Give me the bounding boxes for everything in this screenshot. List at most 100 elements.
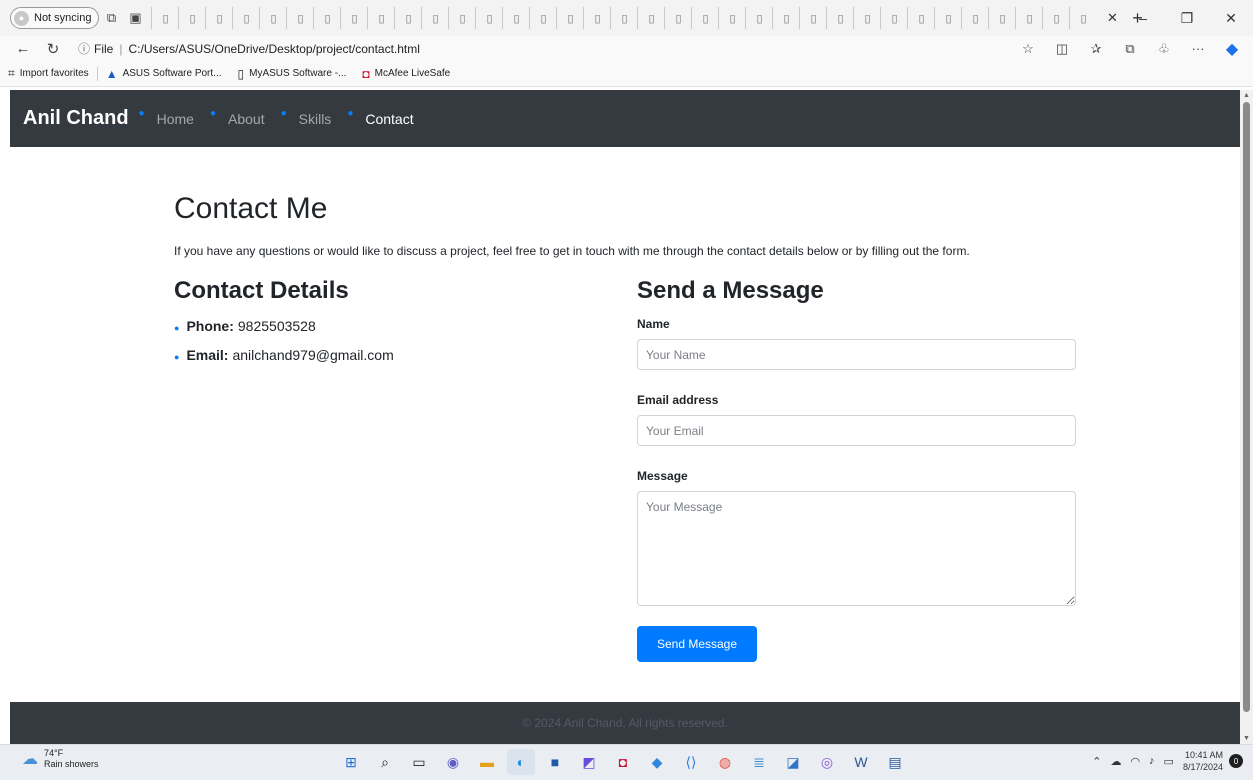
cloud-icon[interactable]: ☁	[1110, 755, 1121, 768]
browser-tab[interactable]: ▯	[637, 7, 664, 29]
extensions-icon[interactable]: ♧	[1147, 41, 1181, 57]
battery-icon[interactable]: ▭	[1164, 755, 1174, 768]
browser-tab[interactable]: ▯	[475, 7, 502, 29]
browser-tab[interactable]: ▯	[988, 7, 1015, 29]
browser-tab[interactable]: ▯	[448, 7, 475, 29]
browser-tab[interactable]: ▯	[826, 7, 853, 29]
url-field[interactable]: ⓘ File | C:/Users/ASUS/OneDrive/Desktop/…	[78, 40, 420, 57]
browser-tab[interactable]: ▯	[799, 7, 826, 29]
task-view-icon[interactable]: ▭	[405, 749, 433, 775]
favorite-mcafee[interactable]: ◘ McAfee LiveSafe	[354, 65, 458, 83]
photos-icon[interactable]: ◩	[575, 749, 603, 775]
browser-tab[interactable]: ▯	[178, 7, 205, 29]
browser-tab[interactable]: ▯	[1015, 7, 1042, 29]
restore-icon[interactable]: ❐	[1165, 10, 1209, 27]
favorite-asus[interactable]: ▲ ASUS Software Port...	[98, 65, 230, 83]
start-icon[interactable]: ⊞	[337, 749, 365, 775]
vscode-icon[interactable]: ⟨⟩	[677, 749, 705, 775]
favorite-star-icon[interactable]: ☆	[1011, 41, 1045, 57]
browser-tab[interactable]: ▯	[853, 7, 880, 29]
weather-widget[interactable]: ☁ 74°F Rain showers	[22, 748, 99, 770]
clock[interactable]: 10:41 AM 8/17/2024	[1183, 749, 1223, 773]
tab-actions-icon[interactable]: ▣	[123, 6, 147, 30]
nav-skills[interactable]: ● Skills	[281, 108, 332, 127]
nav-home[interactable]: ● Home	[139, 108, 194, 127]
notification-badge[interactable]: 0	[1229, 754, 1243, 768]
wifi-icon[interactable]: ◠	[1130, 755, 1140, 768]
page-icon: ▯	[1053, 12, 1060, 25]
collections-icon[interactable]: ⧉	[1113, 41, 1147, 57]
notepad-icon[interactable]: ≣	[745, 749, 773, 775]
browser-tab[interactable]: ▯	[907, 7, 934, 29]
store-icon[interactable]: ■	[541, 749, 569, 775]
browser-tab[interactable]: ▯	[772, 7, 799, 29]
browser-tab[interactable]: ▯	[313, 7, 340, 29]
name-input[interactable]	[637, 339, 1076, 370]
browser-tab[interactable]: ▯	[664, 7, 691, 29]
browser-tab[interactable]: ▯	[259, 7, 286, 29]
browser-tab[interactable]: ▯	[934, 7, 961, 29]
profile-button[interactable]: ● Not syncing	[10, 7, 100, 29]
browser-tab[interactable]: ▯	[1042, 7, 1069, 29]
edge-icon[interactable]: ◐	[507, 749, 535, 775]
browser-tab[interactable]: ▯	[367, 7, 394, 29]
page-icon: ▯	[594, 12, 601, 25]
send-message-button[interactable]: Send Message	[637, 626, 757, 662]
viber-icon[interactable]: ◎	[813, 749, 841, 775]
volume-icon[interactable]: ♪	[1149, 755, 1155, 767]
email-input[interactable]	[637, 415, 1076, 446]
back-icon[interactable]: ←	[8, 40, 38, 57]
favorite-import[interactable]: ⌗ Import favorites	[0, 65, 97, 83]
browser-tab[interactable]: ▯	[502, 7, 529, 29]
word-icon[interactable]: W	[847, 749, 875, 775]
message-textarea[interactable]	[637, 491, 1076, 606]
refresh-icon[interactable]: ↻	[38, 40, 68, 58]
nav-contact[interactable]: ● Contact	[347, 108, 413, 127]
phone-item: ● Phone: 9825503528	[174, 318, 316, 334]
page-scrollbar[interactable]: ▲ ▼	[1240, 90, 1253, 744]
info-icon[interactable]: ⓘ	[78, 40, 90, 57]
myasus-icon[interactable]: ◆	[643, 749, 671, 775]
favorites-icon[interactable]: ✰	[1079, 41, 1113, 57]
browser-tab[interactable]: ▯	[745, 7, 772, 29]
chevron-up-icon[interactable]: ⌃	[1092, 755, 1101, 768]
copilot-icon[interactable]: ◆	[1215, 39, 1249, 59]
page-icon: ▯	[783, 12, 790, 25]
nav-about[interactable]: ● About	[210, 108, 265, 127]
page-icon: ▯	[162, 12, 169, 25]
page-icon: ▯	[918, 12, 925, 25]
browser-tab[interactable]: ▯	[610, 7, 637, 29]
favorite-myasus[interactable]: ▯ MyASUS Software -...	[230, 65, 355, 83]
browser-tab[interactable]: ▯	[880, 7, 907, 29]
minimize-icon[interactable]: –	[1121, 10, 1165, 26]
app-icon[interactable]: ◪	[779, 749, 807, 775]
browser-tab[interactable]: ▯	[286, 7, 313, 29]
browser-tab[interactable]: ▯	[340, 7, 367, 29]
browser-tab[interactable]: ▯	[421, 7, 448, 29]
mcafee-icon[interactable]: ◘	[609, 749, 637, 775]
scroll-thumb[interactable]	[1243, 102, 1250, 712]
site-brand[interactable]: Anil Chand	[23, 107, 129, 130]
browser-tab[interactable]: ▯	[718, 7, 745, 29]
browser-tab[interactable]: ▯	[151, 7, 178, 29]
chat-icon[interactable]: ◉	[439, 749, 467, 775]
browser-tab[interactable]: ▯	[556, 7, 583, 29]
browser-tab[interactable]: ▯	[529, 7, 556, 29]
browser-tab[interactable]: ▯	[961, 7, 988, 29]
browser-tab[interactable]: ▯	[394, 7, 421, 29]
scroll-down-icon[interactable]: ▼	[1243, 735, 1250, 742]
file-explorer-icon[interactable]: ▬	[473, 749, 501, 775]
browser-tab[interactable]: ▯	[232, 7, 259, 29]
search-icon[interactable]: ⌕	[371, 749, 399, 775]
split-screen-icon[interactable]: ◫	[1045, 41, 1079, 57]
scroll-up-icon[interactable]: ▲	[1243, 92, 1250, 99]
chrome-icon[interactable]: ◍	[711, 749, 739, 775]
browser-tab[interactable]: ▯	[1069, 7, 1096, 29]
word-doc-icon[interactable]: ▤	[881, 749, 909, 775]
browser-tab[interactable]: ▯	[691, 7, 718, 29]
browser-tab[interactable]: ▯	[205, 7, 232, 29]
more-icon[interactable]: ···	[1181, 41, 1215, 56]
workspaces-icon[interactable]: ⧉	[99, 6, 123, 30]
browser-tab[interactable]: ▯	[583, 7, 610, 29]
window-close-icon[interactable]: ✕	[1209, 10, 1253, 27]
